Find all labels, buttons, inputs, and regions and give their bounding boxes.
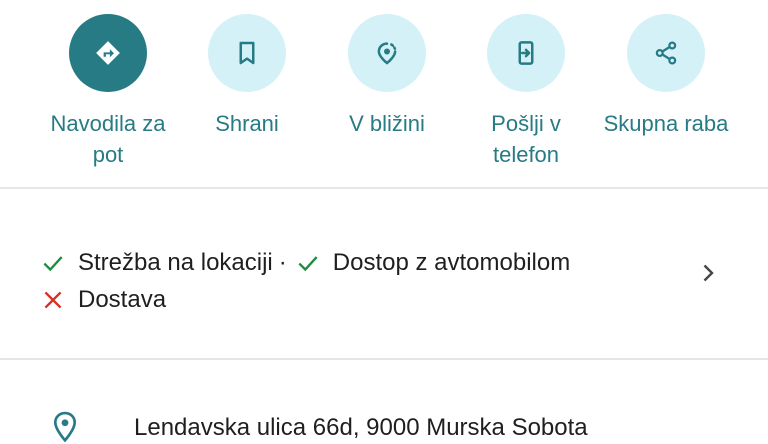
share-circle[interactable] bbox=[627, 14, 705, 92]
save-circle[interactable] bbox=[208, 14, 286, 92]
send-to-phone-button[interactable]: Pošlji v telefon bbox=[456, 14, 596, 170]
directions-label: Navodila za pot bbox=[50, 111, 166, 167]
amenity-drive-through: Dostop z avtomobilom bbox=[332, 249, 571, 276]
save-button[interactable]: Shrani bbox=[177, 14, 317, 139]
amenities-row[interactable]: Strežba na lokaciji · Dostop z avtomobil… bbox=[0, 189, 768, 359]
check-icon bbox=[295, 250, 321, 276]
share-button[interactable]: Skupna raba bbox=[596, 14, 736, 139]
address-text: Lendavska ulica 66d, 9000 Murska Sobota bbox=[134, 414, 588, 441]
divider-bottom bbox=[0, 358, 768, 360]
amenity-delivery: Dostava bbox=[78, 286, 167, 313]
directions-button[interactable]: Navodila za pot bbox=[38, 14, 178, 170]
amenity-dine-in: Strežba na lokaciji bbox=[78, 249, 273, 276]
check-icon bbox=[40, 250, 66, 276]
send-to-phone-label: Pošlji v telefon bbox=[491, 111, 561, 167]
directions-circle[interactable] bbox=[69, 14, 147, 92]
bookmark-icon bbox=[239, 41, 255, 65]
nearby-circle[interactable] bbox=[348, 14, 426, 92]
share-icon bbox=[655, 41, 677, 65]
location-pin-icon bbox=[53, 411, 77, 443]
nearby-label: V bližini bbox=[349, 111, 425, 136]
nearby-button[interactable]: V bližini bbox=[317, 14, 457, 139]
cross-icon bbox=[40, 287, 66, 313]
share-label: Skupna raba bbox=[603, 111, 729, 136]
amenities-line-2: Dostava bbox=[40, 284, 166, 316]
action-bar: Navodila za pot Shrani V bližini Pošlji … bbox=[0, 0, 768, 187]
amenity-separator: · bbox=[278, 249, 287, 276]
directions-icon bbox=[96, 41, 120, 65]
send-to-phone-circle[interactable] bbox=[487, 14, 565, 92]
send-to-phone-icon bbox=[518, 41, 534, 65]
chevron-right-icon[interactable] bbox=[696, 261, 720, 285]
save-label: Shrani bbox=[215, 111, 279, 136]
address-row[interactable]: Lendavska ulica 66d, 9000 Murska Sobota bbox=[0, 390, 768, 443]
nearby-icon bbox=[377, 42, 397, 65]
amenities-line-1: Strežba na lokaciji · Dostop z avtomobil… bbox=[40, 247, 570, 279]
